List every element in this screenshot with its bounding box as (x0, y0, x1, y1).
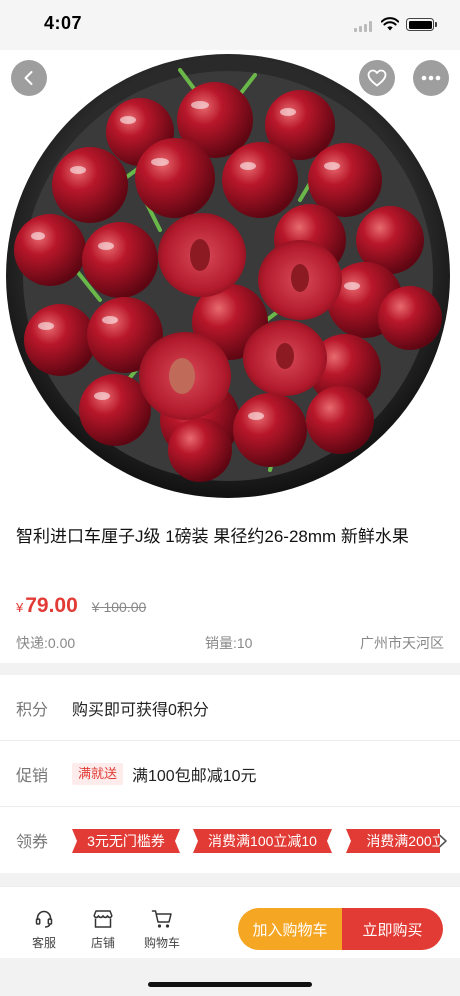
status-bar: 4:07 (0, 0, 460, 50)
promotion-text: 满100包邮减10元 (132, 767, 257, 785)
price-row: ¥ 79.00 ¥ 100.00 (16, 594, 146, 618)
detail-rows: 积分 购买即可获得0积分 促销 满就送 满100包邮减10元 领券 3元无门槛券… (0, 675, 460, 873)
store-icon (93, 910, 113, 928)
status-time: 4:07 (44, 13, 83, 33)
cherries-bowl-image (0, 50, 460, 510)
points-row: 积分 购买即可获得0积分 (0, 675, 460, 741)
coupon-list: 3元无门槛券 消费满100立减10 消费满200立 (72, 829, 440, 853)
promotion-label: 促销 (16, 767, 49, 785)
cart-tab[interactable]: 购物车 (137, 895, 187, 951)
favorite-button[interactable] (359, 60, 395, 96)
product-info: 智利进口车厘子J级 1磅装 果径约26-28mm 新鲜水果 ¥ 79.00 ¥ … (0, 510, 460, 663)
add-to-cart-button[interactable]: 加入购物车 (238, 908, 342, 950)
back-arrow-icon (24, 71, 33, 85)
battery-icon (406, 18, 434, 31)
heart-icon (367, 69, 387, 87)
battery-cap (435, 22, 437, 27)
home-indicator[interactable] (148, 982, 312, 987)
sales-count: 销量:10 (205, 635, 253, 651)
home-indicator-area (0, 958, 460, 996)
chevron-right-icon[interactable] (437, 834, 449, 848)
coupon-row: 领券 3元无门槛券 消费满100立减10 消费满200立 (0, 807, 460, 873)
original-price: ¥ 100.00 (91, 599, 147, 615)
points-text: 购买即可获得0积分 (72, 701, 209, 719)
promotion-tag: 满就送 (72, 762, 124, 785)
more-dots-icon (421, 75, 441, 81)
cellular-signal-icon (354, 20, 374, 32)
ship-location: 广州市天河区 (360, 635, 444, 651)
coupon-label: 领券 (16, 834, 49, 851)
back-button[interactable] (11, 60, 47, 96)
bottom-action-bar: 客服 店铺 购物车 加入购物车 立即购买 (0, 886, 460, 958)
product-title: 智利进口车厘子J级 1磅装 果径约26-28mm 新鲜水果 (16, 527, 409, 546)
service-label: 客服 (31, 936, 56, 950)
coupon-item[interactable]: 消费满200立 (346, 829, 440, 853)
points-label: 积分 (16, 701, 49, 719)
buy-now-button[interactable]: 立即购买 (342, 908, 443, 950)
product-image (0, 50, 460, 510)
service-tab[interactable]: 客服 (19, 895, 69, 951)
wifi-icon (381, 17, 399, 31)
coupon-item[interactable]: 消费满100立减10 (193, 829, 332, 853)
store-tab[interactable]: 店铺 (78, 895, 128, 951)
shipping-fee: 快递:0.00 (16, 635, 76, 651)
headset-icon (35, 910, 53, 928)
current-price: 79.00 (25, 594, 78, 617)
cart-label: 购物车 (143, 936, 180, 950)
store-label: 店铺 (90, 936, 115, 950)
currency-symbol: ¥ (16, 600, 24, 615)
coupon-item[interactable]: 3元无门槛券 (72, 829, 180, 853)
more-button[interactable] (413, 60, 449, 96)
cart-icon (151, 910, 172, 928)
promotion-row[interactable]: 促销 满就送 满100包邮减10元 (0, 741, 460, 807)
